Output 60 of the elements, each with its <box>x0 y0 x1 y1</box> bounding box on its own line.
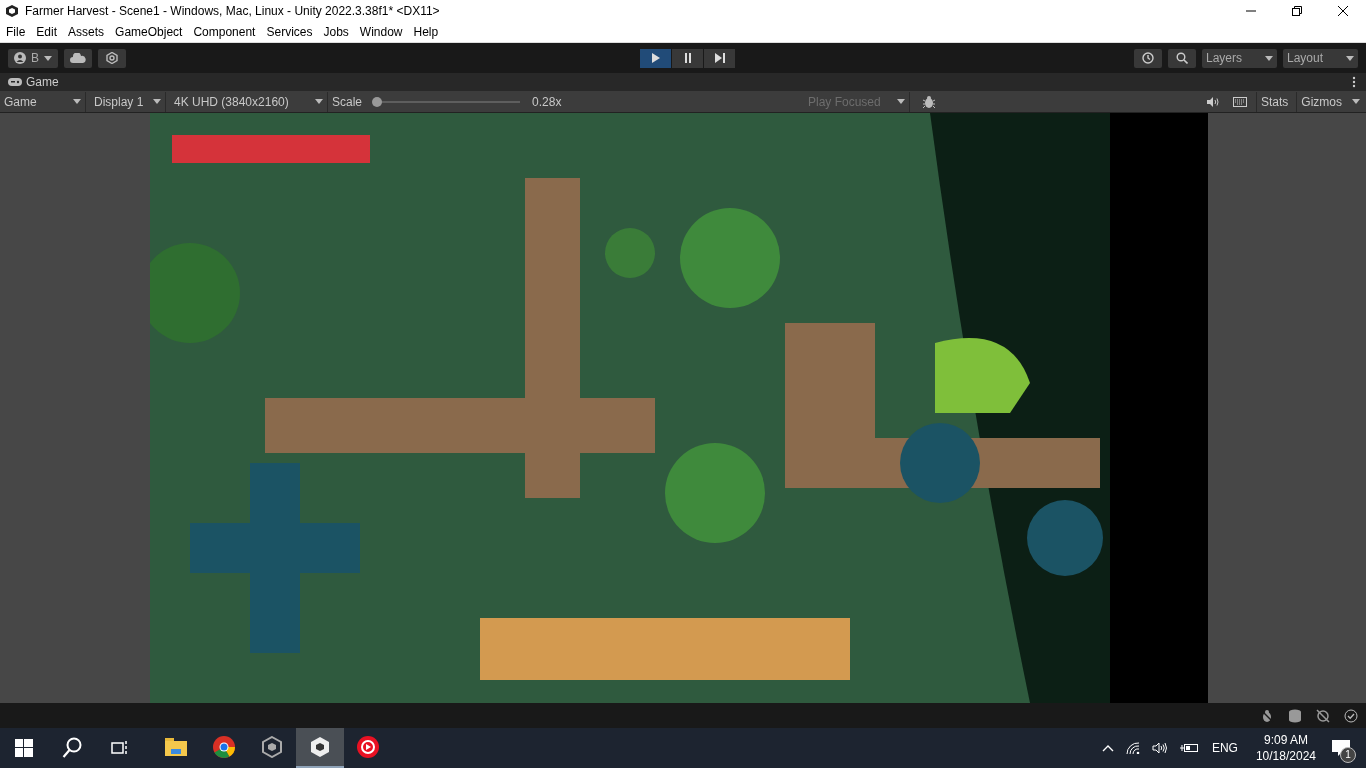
windows-logo-icon <box>15 739 33 757</box>
browser-icon <box>212 735 236 759</box>
cube-icon <box>261 736 283 758</box>
restore-icon <box>1292 6 1302 16</box>
step-button[interactable] <box>704 48 735 68</box>
menu-item[interactable]: Window <box>359 25 403 39</box>
history-icon <box>1142 52 1154 64</box>
menu-item[interactable]: GameObject <box>115 25 183 39</box>
history-button[interactable] <box>1134 48 1162 68</box>
scale-slider[interactable] <box>372 95 523 108</box>
menu-item[interactable]: Assets <box>68 25 105 39</box>
game-tab[interactable]: Game <box>8 75 59 89</box>
cloud-button[interactable] <box>64 48 92 68</box>
more-options-icon[interactable] <box>1352 76 1356 88</box>
services-button[interactable] <box>98 48 126 68</box>
menu-item[interactable]: Jobs <box>323 25 349 39</box>
scale-value: 0.28x <box>532 94 562 109</box>
scale-label: Scale <box>332 94 363 109</box>
chevron-up-icon[interactable] <box>1101 744 1114 752</box>
cube-app-button[interactable] <box>296 728 344 768</box>
clock-date: 10/18/2024 <box>1255 748 1316 764</box>
database-icon[interactable] <box>1288 708 1302 723</box>
folder-icon <box>165 738 187 756</box>
gamepad-icon <box>8 78 22 86</box>
menu-item[interactable]: Edit <box>36 25 58 39</box>
layers-dropdown[interactable]: Layers <box>1202 48 1277 68</box>
search-button[interactable] <box>1168 48 1196 68</box>
close-icon <box>1338 6 1348 16</box>
unity-logo-icon <box>5 4 19 18</box>
battery-icon[interactable] <box>1179 743 1198 753</box>
menu-item[interactable]: Services <box>266 25 313 39</box>
clock[interactable]: 9:09 AM 10/18/2024 <box>1255 732 1316 764</box>
keyboard-icon[interactable] <box>1232 96 1247 107</box>
layout-dropdown[interactable]: Layout <box>1283 48 1358 68</box>
menu-item[interactable]: Help <box>413 25 439 39</box>
account-dropdown[interactable]: B <box>8 48 58 68</box>
speaker-icon[interactable] <box>1151 742 1168 754</box>
pause-button[interactable] <box>672 48 703 68</box>
menu-item[interactable]: Component <box>193 25 256 39</box>
check-icon[interactable] <box>1344 708 1358 723</box>
search-icon <box>1176 52 1188 64</box>
account-icon <box>14 52 26 64</box>
wifi-icon[interactable] <box>1125 742 1140 754</box>
language-indicator[interactable]: ENG <box>1211 741 1238 755</box>
clock-time: 9:09 AM <box>1263 732 1308 748</box>
menu-item[interactable]: File <box>6 25 26 39</box>
pause-icon <box>682 53 693 63</box>
step-icon <box>714 53 725 63</box>
cube-icon <box>309 736 331 758</box>
search-icon <box>62 737 82 759</box>
hexagon-icon <box>106 52 118 64</box>
gizmos-caret-icon[interactable] <box>1352 99 1360 104</box>
window-title: Farmer Harvest - Scene1 - Windows, Mac, Linux - Unity 2022.3.38f1* <DX11> <box>25 4 440 18</box>
cloud-icon <box>70 53 86 63</box>
task-view-icon <box>111 740 129 756</box>
notification-count: 1 <box>1340 747 1356 763</box>
play-button[interactable] <box>640 48 671 68</box>
play-icon <box>650 53 661 63</box>
speaker-icon[interactable] <box>1206 96 1219 107</box>
play-circle-icon <box>356 735 380 759</box>
